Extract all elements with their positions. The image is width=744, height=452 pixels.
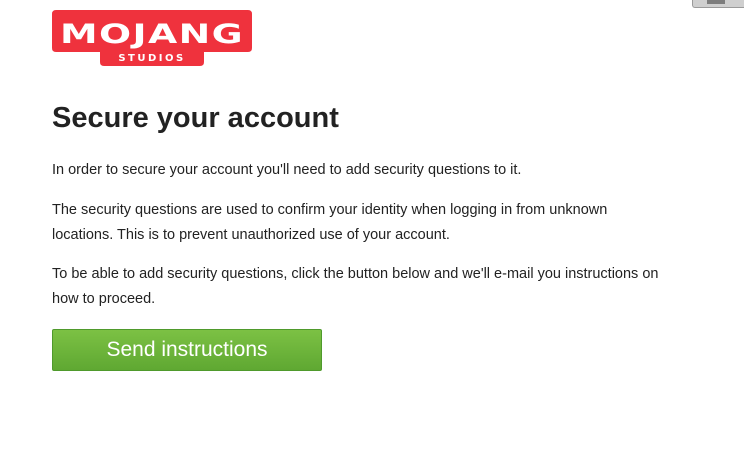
window-corner-notch: [707, 0, 725, 4]
window-corner-control[interactable]: [692, 0, 744, 8]
send-instructions-button[interactable]: Send instructions: [52, 329, 322, 371]
instructions-paragraph: To be able to add security questions, cl…: [52, 266, 659, 307]
page: MOJANG STUDIOS Secure your account In or…: [0, 0, 744, 452]
mojang-studios-logo: MOJANG STUDIOS: [52, 10, 252, 66]
page-title: Secure your account: [52, 102, 339, 134]
intro-paragraph: In order to secure your account you'll n…: [52, 162, 522, 178]
logo-wordmark: MOJANG: [60, 19, 244, 50]
main-content: Secure your account In order to secure y…: [52, 100, 672, 371]
logo-subtitle: STUDIOS: [118, 53, 185, 64]
explanation-paragraph: The security questions are used to confi…: [52, 202, 608, 243]
mojang-logo-graphic: MOJANG STUDIOS: [52, 10, 252, 66]
